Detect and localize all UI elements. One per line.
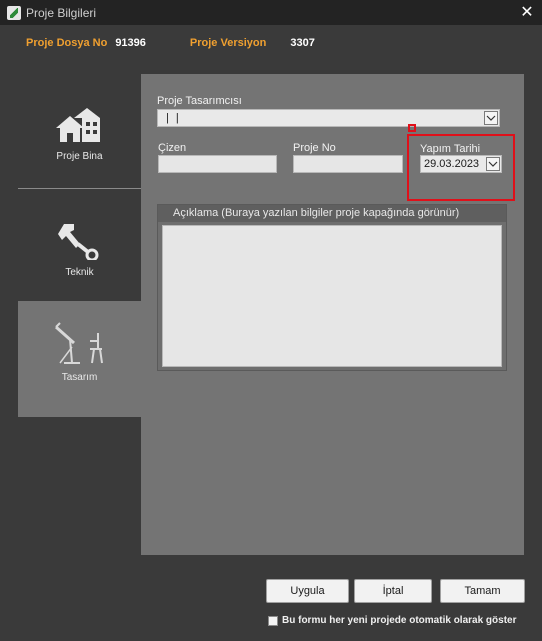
nav-item-proje-bina[interactable]: Proje Bina — [18, 98, 141, 188]
dosya-no-value: 91396 — [115, 37, 146, 49]
app-logo-icon — [7, 5, 21, 20]
proje-no-label: Proje No — [293, 142, 336, 154]
versiyon-value: 3307 — [290, 37, 315, 49]
nav-item-teknik[interactable]: Teknik — [18, 212, 141, 300]
cizen-label: Çizen — [158, 142, 187, 154]
chevron-down-icon — [486, 115, 496, 121]
uygula-button[interactable]: Uygula — [266, 579, 349, 603]
wrench-icon — [56, 220, 104, 263]
project-info-row: Proje Dosya No 91396 Proje Versiyon 3307 — [26, 36, 315, 50]
tasarimci-combobox[interactable]: | | — [157, 109, 500, 127]
dosya-no-label: Proje Dosya No — [26, 37, 108, 49]
window-title: Proje Bilgileri — [26, 5, 97, 20]
auto-show-row: Bu formu her yeni projede otomatik olara… — [268, 615, 517, 626]
aciklama-textarea[interactable] — [162, 225, 502, 367]
close-button[interactable]: ✕ — [518, 2, 536, 22]
nav-divider — [18, 188, 141, 189]
title-bar: Proje Bilgileri ✕ — [0, 0, 542, 25]
nav-label-proje-bina: Proje Bina — [56, 151, 103, 162]
aciklama-header: Açıklama (Buraya yazılan bilgiler proje … — [158, 205, 506, 222]
cizen-field[interactable] — [158, 155, 277, 173]
versiyon-label: Proje Versiyon — [189, 37, 267, 49]
tasarimci-dropdown-button[interactable] — [484, 111, 498, 125]
nav-label-teknik: Teknik — [65, 267, 94, 278]
house-icon — [54, 106, 106, 147]
aciklama-group: Açıklama (Buraya yazılan bilgiler proje … — [157, 204, 507, 371]
auto-show-checkbox[interactable] — [268, 615, 278, 626]
tasarimci-label: Proje Tasarımcısı — [157, 95, 242, 107]
tasarimci-value: | | — [166, 112, 181, 124]
nav-label-tasarim: Tasarım — [61, 372, 98, 383]
highlight-marker — [408, 124, 416, 132]
drafting-table-icon — [52, 321, 108, 368]
nav-item-tasarim[interactable]: Tasarım — [18, 301, 141, 417]
proje-no-field[interactable] — [293, 155, 403, 173]
iptal-button[interactable]: İptal — [354, 579, 432, 603]
highlight-annotation — [407, 134, 515, 201]
tamam-button[interactable]: Tamam — [440, 579, 525, 603]
auto-show-label: Bu formu her yeni projede otomatik olara… — [282, 615, 517, 626]
